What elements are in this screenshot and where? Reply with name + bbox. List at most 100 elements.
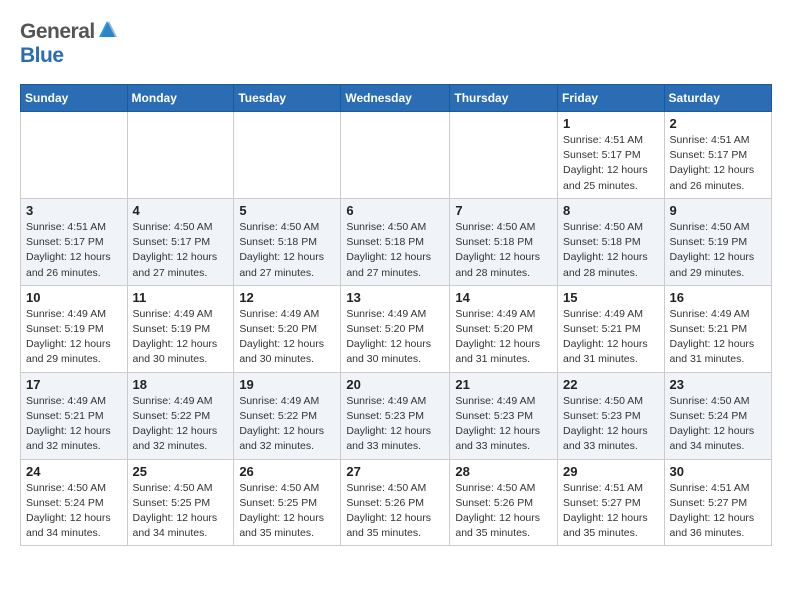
day-info: Sunrise: 4:49 AMSunset: 5:19 PMDaylight:… (133, 307, 229, 368)
daylight-label: Daylight: 12 hours (133, 338, 218, 350)
day-number: 23 (670, 377, 766, 392)
day-info: Sunrise: 4:51 AMSunset: 5:27 PMDaylight:… (670, 481, 766, 542)
day-cell: 24Sunrise: 4:50 AMSunset: 5:24 PMDayligh… (21, 459, 128, 546)
day-number: 2 (670, 116, 766, 131)
day-number: 11 (133, 290, 229, 305)
day-number: 6 (346, 203, 444, 218)
daylight-label: Daylight: 12 hours (239, 251, 324, 263)
weekday-header-thursday: Thursday (450, 85, 558, 112)
daylight-label: Daylight: 12 hours (455, 338, 540, 350)
day-number: 17 (26, 377, 122, 392)
day-number: 30 (670, 464, 766, 479)
day-number: 5 (239, 203, 335, 218)
day-info: Sunrise: 4:49 AMSunset: 5:23 PMDaylight:… (455, 394, 552, 455)
day-number: 14 (455, 290, 552, 305)
daylight-label: Daylight: 12 hours (455, 512, 540, 524)
day-cell: 16Sunrise: 4:49 AMSunset: 5:21 PMDayligh… (664, 285, 771, 372)
daylight-label: Daylight: 12 hours (346, 251, 431, 263)
daylight-label: Daylight: 12 hours (455, 425, 540, 437)
daylight-label: Daylight: 12 hours (26, 512, 111, 524)
daylight-label: Daylight: 12 hours (239, 425, 324, 437)
day-cell: 28Sunrise: 4:50 AMSunset: 5:26 PMDayligh… (450, 459, 558, 546)
day-number: 10 (26, 290, 122, 305)
day-info: Sunrise: 4:49 AMSunset: 5:22 PMDaylight:… (133, 394, 229, 455)
day-number: 28 (455, 464, 552, 479)
day-info: Sunrise: 4:50 AMSunset: 5:17 PMDaylight:… (133, 220, 229, 281)
daylight-label: Daylight: 12 hours (26, 338, 111, 350)
day-info: Sunrise: 4:50 AMSunset: 5:24 PMDaylight:… (26, 481, 122, 542)
day-cell: 25 Sunrise: 4:50 AMSunset: 5:25 PMDayligh… (127, 459, 234, 546)
logo-blue-text: Blue (20, 44, 64, 67)
day-cell: 29 Sunrise: 4:51 AMSunset: 5:27 PMDayligh… (558, 459, 665, 546)
day-cell: 20 Sunrise: 4:49 AMSunset: 5:23 PMDayligh… (341, 372, 450, 459)
day-number: 9 (670, 203, 766, 218)
day-cell: 17Sunrise: 4:49 AMSunset: 5:21 PMDayligh… (21, 372, 128, 459)
day-cell: 13Sunrise: 4:49 AMSunset: 5:20 PMDayligh… (341, 285, 450, 372)
daylight-label: Daylight: 12 hours (239, 512, 324, 524)
day-cell: 8 Sunrise: 4:50 AMSunset: 5:18 PMDaylight… (558, 198, 665, 285)
daylight-label: Daylight: 12 hours (346, 338, 431, 350)
day-info: Sunrise: 4:51 AMSunset: 5:27 PMDaylight:… (563, 481, 659, 542)
daylight-label: Daylight: 12 hours (26, 251, 111, 263)
day-cell: 6Sunrise: 4:50 AMSunset: 5:18 PMDaylight… (341, 198, 450, 285)
day-info: Sunrise: 4:49 AMSunset: 5:23 PMDaylight:… (346, 394, 444, 455)
day-info: Sunrise: 4:50 AMSunset: 5:18 PMDaylight:… (455, 220, 552, 281)
day-number: 20 (346, 377, 444, 392)
day-info: Sunrise: 4:50 AMSunset: 5:25 PMDaylight:… (133, 481, 229, 542)
daylight-label: Daylight: 12 hours (239, 338, 324, 350)
day-number: 29 (563, 464, 659, 479)
logo: General Blue (20, 20, 118, 68)
daylight-label: Daylight: 12 hours (346, 512, 431, 524)
day-info: Sunrise: 4:49 AMSunset: 5:22 PMDaylight:… (239, 394, 335, 455)
day-number: 16 (670, 290, 766, 305)
daylight-label: Daylight: 12 hours (563, 251, 648, 263)
daylight-label: Daylight: 12 hours (455, 251, 540, 263)
day-number: 13 (346, 290, 444, 305)
daylight-label: Daylight: 12 hours (26, 425, 111, 437)
day-info: Sunrise: 4:50 AMSunset: 5:23 PMDaylight:… (563, 394, 659, 455)
day-info: Sunrise: 4:51 AMSunset: 5:17 PMDaylight:… (26, 220, 122, 281)
day-cell (450, 112, 558, 199)
day-cell: 18Sunrise: 4:49 AMSunset: 5:22 PMDayligh… (127, 372, 234, 459)
daylight-label: Daylight: 12 hours (563, 164, 648, 176)
weekday-header-row: SundayMondayTuesdayWednesdayThursdayFrid… (21, 85, 772, 112)
day-cell: 4 Sunrise: 4:50 AMSunset: 5:17 PMDaylight… (127, 198, 234, 285)
day-cell: 14Sunrise: 4:49 AMSunset: 5:20 PMDayligh… (450, 285, 558, 372)
day-info: Sunrise: 4:50 AMSunset: 5:18 PMDaylight:… (239, 220, 335, 281)
day-number: 27 (346, 464, 444, 479)
day-number: 8 (563, 203, 659, 218)
daylight-label: Daylight: 12 hours (563, 425, 648, 437)
day-number: 19 (239, 377, 335, 392)
day-number: 7 (455, 203, 552, 218)
day-info: Sunrise: 4:49 AMSunset: 5:19 PMDaylight:… (26, 307, 122, 368)
day-number: 22 (563, 377, 659, 392)
week-row-3: 10 Sunrise: 4:49 AMSunset: 5:19 PMDayligh… (21, 285, 772, 372)
daylight-label: Daylight: 12 hours (670, 338, 755, 350)
week-row-2: 3 Sunrise: 4:51 AMSunset: 5:17 PMDaylight… (21, 198, 772, 285)
day-cell (127, 112, 234, 199)
daylight-label: Daylight: 12 hours (563, 338, 648, 350)
daylight-label: Daylight: 12 hours (670, 512, 755, 524)
logo-icon (96, 19, 118, 41)
day-cell: 12Sunrise: 4:49 AMSunset: 5:20 PMDayligh… (234, 285, 341, 372)
day-number: 25 (133, 464, 229, 479)
day-cell (21, 112, 128, 199)
day-info: Sunrise: 4:50 AMSunset: 5:25 PMDaylight:… (239, 481, 335, 542)
day-number: 3 (26, 203, 122, 218)
calendar-table: SundayMondayTuesdayWednesdayThursdayFrid… (20, 84, 772, 546)
day-cell: 3 Sunrise: 4:51 AMSunset: 5:17 PMDaylight… (21, 198, 128, 285)
day-info: Sunrise: 4:51 AMSunset: 5:17 PMDaylight:… (670, 133, 766, 194)
day-number: 4 (133, 203, 229, 218)
weekday-header-wednesday: Wednesday (341, 85, 450, 112)
week-row-5: 24Sunrise: 4:50 AMSunset: 5:24 PMDayligh… (21, 459, 772, 546)
day-cell: 26Sunrise: 4:50 AMSunset: 5:25 PMDayligh… (234, 459, 341, 546)
day-cell: 10 Sunrise: 4:49 AMSunset: 5:19 PMDayligh… (21, 285, 128, 372)
weekday-header-saturday: Saturday (664, 85, 771, 112)
day-info: Sunrise: 4:50 AMSunset: 5:24 PMDaylight:… (670, 394, 766, 455)
weekday-header-sunday: Sunday (21, 85, 128, 112)
day-info: Sunrise: 4:50 AMSunset: 5:18 PMDaylight:… (563, 220, 659, 281)
day-cell: 7 Sunrise: 4:50 AMSunset: 5:18 PMDaylight… (450, 198, 558, 285)
day-cell: 2 Sunrise: 4:51 AMSunset: 5:17 PMDaylight… (664, 112, 771, 199)
day-cell: 22 Sunrise: 4:50 AMSunset: 5:23 PMDayligh… (558, 372, 665, 459)
header: General Blue (20, 20, 772, 68)
